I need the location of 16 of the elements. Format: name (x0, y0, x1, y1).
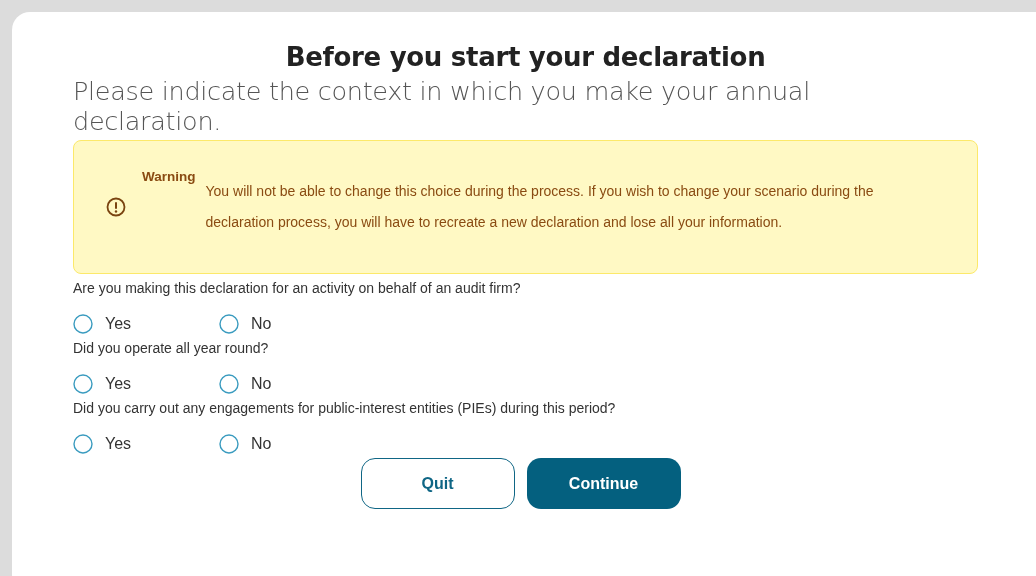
warning-message: You will not be able to change this choice during the process. If you wish to change your scenario during the declaration process, you will have to recreate a new declaration and lose all your information. (205, 182, 875, 232)
question-text: Are you making this declaration for an activity on behalf of an audit firm? (73, 280, 522, 296)
dialog-title: Before you start your declaration (284, 42, 767, 72)
dialog-subtitle: Please indicate the context in which you make your annual declaration. (73, 76, 811, 136)
continue-button[interactable]: Continue (526, 458, 681, 509)
warning-label: Warning (142, 167, 196, 186)
radio-option[interactable]: No (219, 434, 365, 454)
radio-option[interactable]: Yes (73, 314, 219, 334)
warning-icon (106, 197, 126, 217)
radio-option[interactable]: No (219, 314, 365, 334)
radio-option[interactable]: Yes (73, 374, 219, 394)
quit-button[interactable]: Quit (360, 458, 515, 509)
question-text: Did you carry out any engagements for public-interest entities (PIEs) during this period? (73, 400, 617, 416)
radio-option[interactable]: Yes (73, 434, 219, 454)
question-text: Did you operate all year round? (73, 340, 270, 356)
radio-option[interactable]: No (219, 374, 365, 394)
